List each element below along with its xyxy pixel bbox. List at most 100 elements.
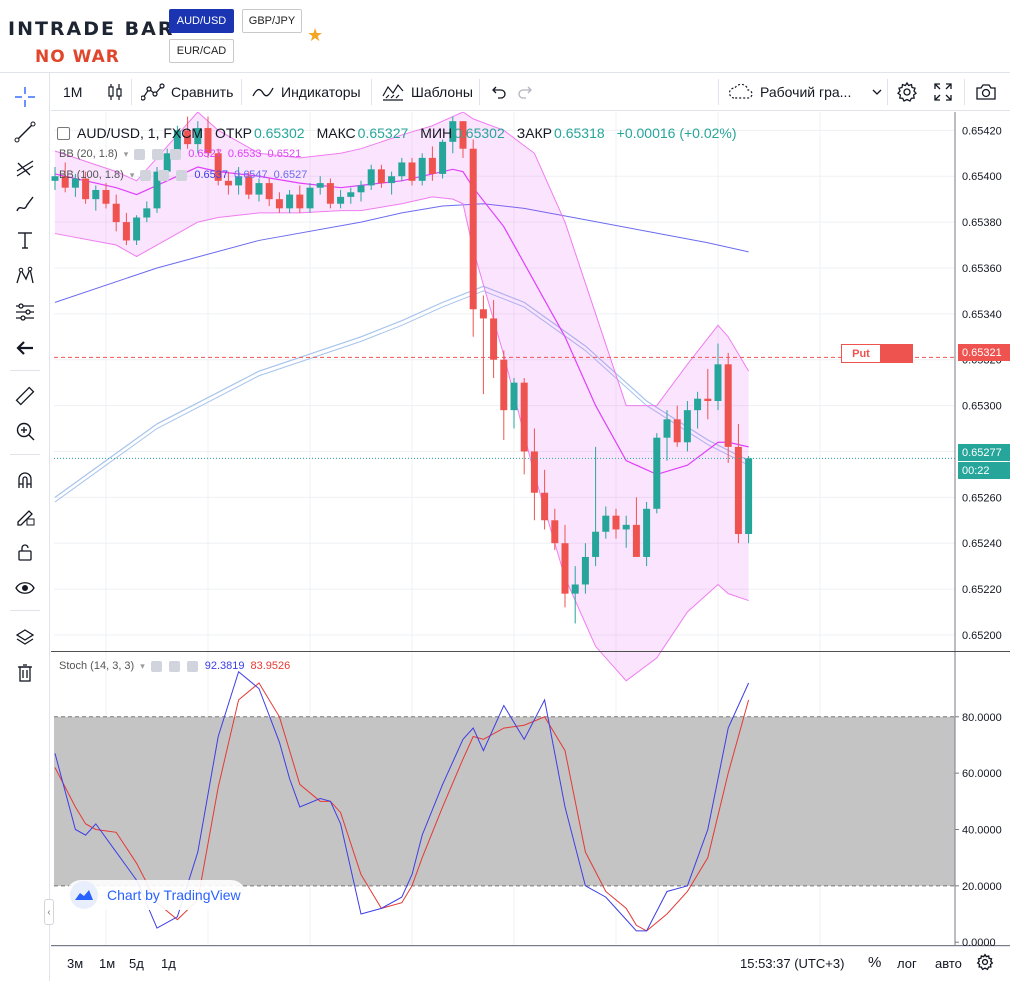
favorite-star-icon[interactable]: ★: [307, 25, 323, 46]
compare-button[interactable]: Сравнить: [137, 77, 237, 107]
candle-body: [469, 148, 477, 310]
percent-toggle[interactable]: %: [868, 954, 881, 971]
put-order-close[interactable]: [880, 345, 912, 362]
tradingview-logo-icon: [70, 881, 98, 909]
range-3m[interactable]: 3м: [67, 956, 83, 971]
range-5d[interactable]: 5д: [129, 956, 144, 971]
pair-tab-gbp-jpy[interactable]: GBP/JPY: [242, 9, 302, 33]
range-1d[interactable]: 1д: [161, 956, 176, 971]
put-order-label[interactable]: Put: [841, 344, 913, 363]
close-icon[interactable]: [186, 660, 198, 672]
trash-icon[interactable]: [9, 658, 41, 688]
clock-display[interactable]: 15:53:37 (UTC+3): [740, 956, 844, 971]
collapse-legend-icon[interactable]: [57, 126, 70, 140]
candle-body: [612, 515, 620, 530]
bottom-toolbar: 3м 1м 5д 1д 15:53:37 (UTC+3) % лог авто: [51, 946, 1010, 981]
range-1m[interactable]: 1м: [99, 956, 115, 971]
candle-body: [51, 176, 59, 181]
collapse-toolbar-button[interactable]: ‹: [44, 899, 54, 925]
stoch-tick-label: 20.0000: [962, 881, 1002, 893]
price-tick-label: 0.65340: [962, 309, 1002, 321]
current-price-tag: 0.65277: [958, 444, 1010, 461]
candle-body: [490, 318, 498, 360]
price-tick-label: 0.65400: [962, 171, 1002, 183]
prediction-icon[interactable]: [9, 297, 41, 327]
eye-icon[interactable]: [140, 169, 152, 181]
layout-button[interactable]: Рабочий гра...: [724, 77, 887, 107]
candle-body: [92, 189, 100, 200]
text-tool-icon[interactable]: [9, 225, 41, 255]
candle-body: [275, 199, 283, 209]
cloud-icon: [728, 83, 753, 99]
candle-body: [714, 364, 722, 401]
candle-body: [296, 194, 304, 209]
undo-icon: [492, 86, 506, 99]
close-icon[interactable]: [170, 148, 182, 160]
chevron-down-icon[interactable]: ▾: [130, 170, 135, 181]
candle-body: [122, 222, 130, 241]
log-toggle[interactable]: лог: [897, 956, 917, 971]
crosshair-icon[interactable]: [9, 82, 41, 112]
lock-drawing-icon[interactable]: [9, 501, 41, 531]
interval-button[interactable]: 1M: [59, 77, 86, 107]
chevron-down-icon[interactable]: ▾: [140, 661, 145, 672]
candle-body: [326, 183, 334, 204]
open-label: ОТКР: [215, 125, 252, 141]
bb20-v1: 0.6527: [188, 148, 222, 160]
magnet-icon[interactable]: [9, 465, 41, 495]
settings-button[interactable]: [892, 77, 922, 107]
candle-body: [704, 398, 712, 401]
candle-body: [377, 169, 385, 184]
eye-icon[interactable]: [9, 573, 41, 603]
fullscreen-button[interactable]: [929, 77, 957, 107]
fullscreen-icon: [934, 83, 952, 101]
layers-icon[interactable]: [9, 623, 41, 653]
candle-body: [102, 189, 110, 204]
ruler-icon[interactable]: [9, 381, 41, 411]
gear-icon[interactable]: [158, 169, 170, 181]
candle-style-button[interactable]: [101, 77, 129, 107]
eye-icon[interactable]: [134, 148, 146, 160]
trend-line-icon[interactable]: [9, 117, 41, 147]
stoch-tick-label: 60.0000: [962, 768, 1002, 780]
candle-body: [337, 196, 345, 204]
tradingview-watermark[interactable]: Chart by TradingView: [66, 880, 246, 910]
arrow-back-icon[interactable]: [9, 333, 41, 363]
candle-body: [500, 359, 508, 411]
zoom-in-icon[interactable]: [9, 416, 41, 446]
interval-label: 1M: [63, 84, 83, 100]
pattern-icon[interactable]: [9, 261, 41, 291]
bb20-v2: 0.6533: [227, 148, 262, 160]
chevron-down-icon[interactable]: ▾: [124, 149, 129, 160]
candle-body: [306, 187, 314, 209]
watermark-text: Chart by TradingView: [107, 887, 241, 903]
close-icon[interactable]: [176, 169, 188, 181]
redo-button[interactable]: [513, 77, 539, 107]
candle-body: [581, 556, 589, 585]
undo-button[interactable]: [485, 77, 511, 107]
redo-icon: [518, 86, 532, 99]
scale-settings-button[interactable]: [976, 953, 994, 974]
screenshot-button[interactable]: [971, 77, 1001, 107]
indicators-button[interactable]: Индикаторы: [247, 77, 365, 107]
eye-icon[interactable]: [150, 660, 162, 672]
templates-button[interactable]: Шаблоны: [377, 77, 477, 107]
gear-icon[interactable]: [168, 660, 180, 672]
unlock-icon[interactable]: [9, 537, 41, 567]
candle-body: [347, 192, 355, 197]
candle-body: [683, 410, 691, 443]
bb100-v2: 0.6547: [234, 169, 268, 181]
pair-tab-eur-cad[interactable]: EUR/CAD: [169, 39, 234, 63]
stoch-name: Stoch (14, 3, 3): [59, 660, 135, 672]
chart-pane[interactable]: 0.65420 0.65400 0.65380 0.65360 0.65340 0.653…: [51, 112, 1010, 981]
fib-tools-icon[interactable]: [9, 153, 41, 183]
auto-toggle[interactable]: авто: [935, 956, 962, 971]
gear-icon[interactable]: [152, 148, 164, 160]
put-label-text: Put: [852, 347, 870, 360]
brush-icon[interactable]: [9, 189, 41, 219]
candle-body: [367, 169, 375, 186]
candle-body: [571, 584, 579, 594]
bb100-legend: BB (100, 1.8) ▾ 0.6537 0.6547 0.6527: [59, 169, 307, 181]
pair-tab-aud-usd[interactable]: AUD/USD: [169, 9, 234, 33]
chart-canvas[interactable]: 0.65420 0.65400 0.65380 0.65360 0.65340 0.653…: [51, 112, 1010, 946]
